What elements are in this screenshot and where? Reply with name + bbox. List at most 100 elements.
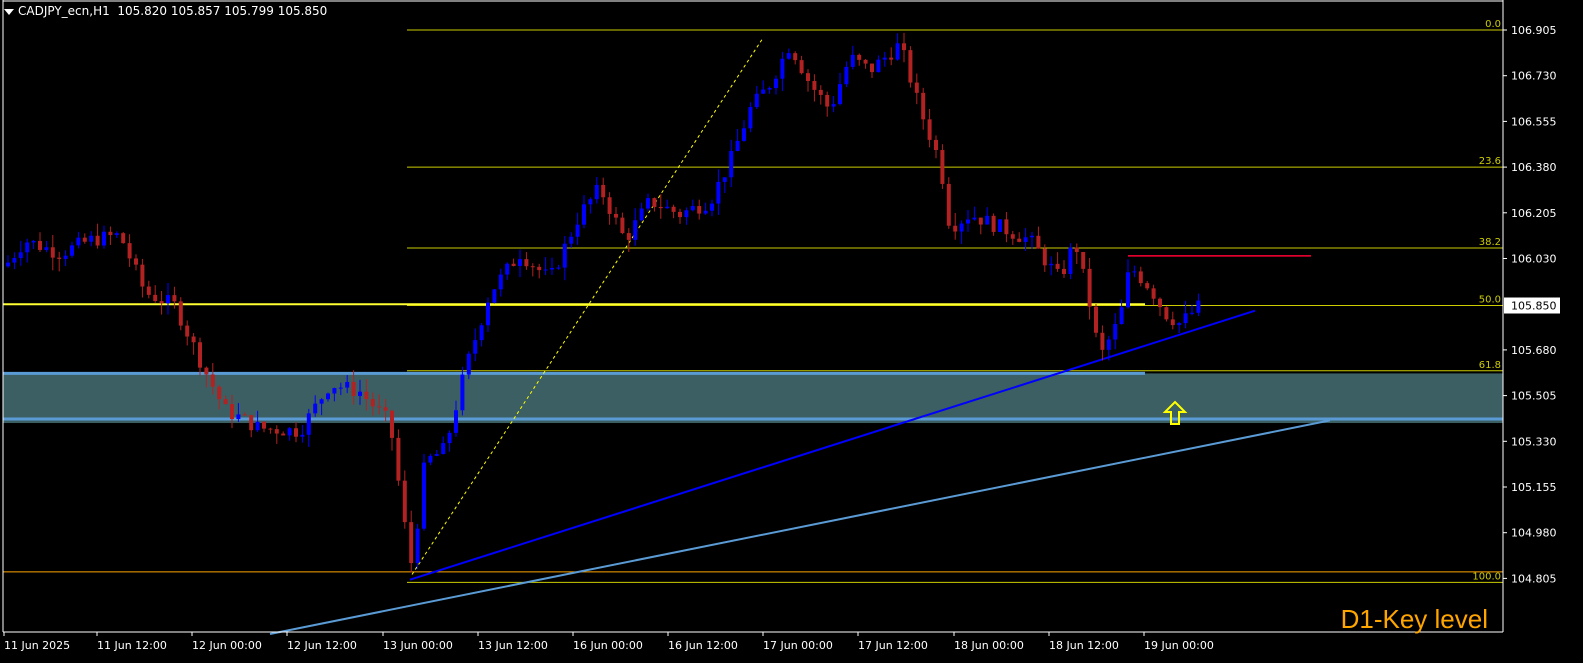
candle-body (505, 263, 510, 275)
candle-body (313, 403, 318, 414)
time-tick-label: 18 Jun 12:00 (1049, 639, 1119, 652)
candle-body (876, 59, 881, 73)
candle-body (281, 433, 286, 436)
chart-area[interactable]: 0.0 23.6 38.2 50.0 61.8 100.0 106.905 106.730 10… (0, 0, 1583, 663)
candle-body (626, 233, 631, 240)
candle-body (38, 240, 42, 250)
candle-body (921, 92, 926, 120)
candle-body (1164, 307, 1169, 320)
candle-body (857, 54, 862, 60)
candle-body (114, 233, 119, 236)
price-tick-label: 104.805 (1511, 572, 1557, 585)
price-tick-label: 106.730 (1511, 70, 1557, 83)
candle-body (178, 301, 183, 326)
candle-body (1132, 271, 1137, 273)
candle-body (524, 259, 529, 267)
price-tick-label: 106.555 (1511, 115, 1557, 128)
candle-body (390, 410, 394, 438)
time-tick-label: 16 Jun 00:00 (573, 639, 643, 652)
candle-body (498, 274, 503, 290)
candle-body (652, 198, 657, 207)
price-tick-label: 105.505 (1511, 390, 1557, 403)
candle-body (518, 259, 522, 266)
candle-body (991, 215, 996, 232)
candle-body (255, 421, 260, 431)
candle-body (786, 53, 791, 59)
candle-body (1004, 219, 1009, 235)
candle-body (1106, 339, 1111, 350)
candle-body (530, 266, 535, 268)
candle-body (1119, 307, 1124, 325)
key-support-zone (3, 373, 1503, 424)
candle-body (1030, 235, 1034, 238)
trendline-lower (269, 419, 1331, 635)
candle-body (889, 57, 894, 60)
candle-body (332, 388, 337, 394)
candle-body (895, 43, 900, 60)
candle-body (249, 415, 254, 431)
candle-body (121, 233, 126, 244)
candle-body (63, 255, 68, 259)
fib-label-100.0: 100.0 (1472, 571, 1501, 582)
candle-body (1196, 300, 1201, 313)
candle-body (543, 269, 548, 271)
candle-body (1100, 332, 1105, 350)
candle-body (946, 183, 951, 226)
candle-body (588, 199, 593, 205)
candle-body (806, 73, 810, 81)
candle-body (710, 203, 714, 211)
candle-body (1170, 319, 1175, 326)
candle-body (1068, 247, 1073, 275)
candle-body (537, 266, 542, 271)
candle-body (409, 522, 414, 564)
fib-label-50.0: 50.0 (1479, 295, 1501, 306)
candle-body (140, 264, 145, 287)
time-tick-label: 13 Jun 12:00 (478, 639, 548, 652)
time-tick-label: 13 Jun 00:00 (383, 639, 453, 652)
chart-menu-triangle-icon[interactable] (4, 8, 14, 15)
price-tick-label: 105.680 (1511, 344, 1557, 357)
candle-body (287, 428, 292, 436)
candle-body (1036, 235, 1041, 249)
candle-body (191, 336, 196, 343)
candle-body (1183, 313, 1188, 324)
candle-body (153, 294, 158, 302)
candle-body (70, 245, 74, 256)
candle-body (102, 231, 106, 246)
candle-body (306, 413, 311, 435)
candle-body (383, 407, 388, 411)
candle-body (242, 414, 247, 416)
candle-body (1087, 268, 1092, 307)
candle-body (601, 184, 606, 198)
candle-body (722, 177, 727, 182)
candle-body (210, 374, 215, 387)
time-tick-label: 17 Jun 00:00 (763, 639, 833, 652)
candle-body (57, 257, 62, 259)
candle-body (319, 399, 324, 404)
candle-body (908, 50, 913, 83)
candle-body (671, 206, 676, 212)
candle-body (95, 235, 100, 246)
time-tick-label: 11 Jun 12:00 (97, 639, 167, 652)
candle-body (511, 263, 516, 266)
candle-body (31, 240, 36, 243)
candle-body (761, 89, 766, 94)
candle-body (262, 421, 266, 429)
time-tick-label: 18 Jun 00:00 (954, 639, 1024, 652)
candle-body (18, 252, 23, 259)
candle-body (25, 242, 30, 253)
candle-body (838, 84, 842, 105)
candle-body (1023, 237, 1028, 242)
candle-body (44, 247, 49, 250)
symbol-label: CADJPY_ecn,H1 (18, 4, 110, 18)
candle-body (1042, 248, 1047, 266)
candle-body (633, 220, 638, 240)
price-chart[interactable]: 0.0 23.6 38.2 50.0 61.8 100.0 106.905 106.730 10… (0, 0, 1583, 663)
candle-body (159, 301, 164, 304)
candle-body (230, 404, 234, 420)
candle-body (793, 53, 798, 61)
candle-body (594, 184, 599, 200)
candle-body (985, 215, 990, 225)
candle-body (690, 206, 695, 211)
candle-body (697, 206, 702, 214)
